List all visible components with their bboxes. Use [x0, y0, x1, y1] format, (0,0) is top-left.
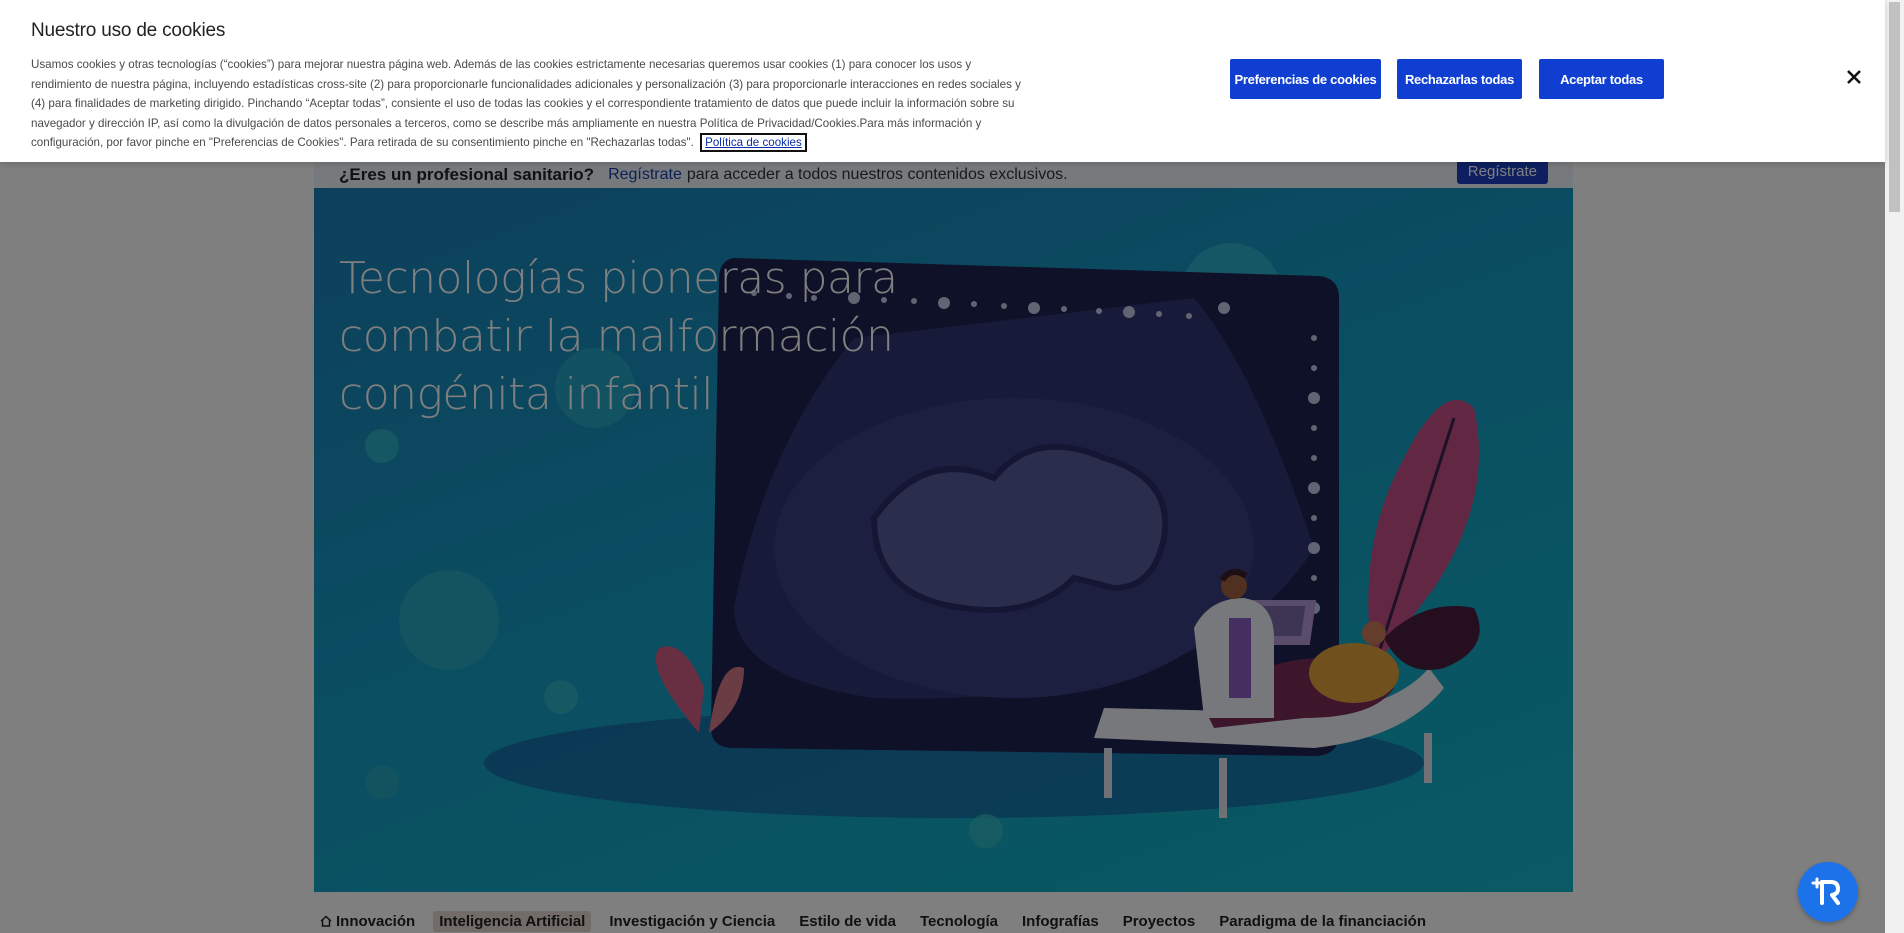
- accept-all-button[interactable]: Aceptar todas: [1539, 59, 1664, 99]
- cookie-banner: Nuestro uso de cookies Usamos cookies y …: [0, 0, 1885, 162]
- cookie-description: Usamos cookies y otras tecnologías (“coo…: [31, 55, 1021, 153]
- accessibility-button[interactable]: [1798, 862, 1858, 922]
- accessibility-icon: [1811, 877, 1840, 905]
- close-icon[interactable]: [1843, 66, 1865, 88]
- cookie-title: Nuestro uso de cookies: [31, 20, 226, 41]
- scrollbar-thumb[interactable]: [1889, 2, 1900, 212]
- cookie-preferences-button[interactable]: Preferencias de cookies: [1230, 59, 1381, 99]
- page-scrollbar[interactable]: [1885, 0, 1904, 933]
- cookie-policy-link[interactable]: Política de cookies: [700, 133, 807, 152]
- reject-all-button[interactable]: Rechazarlas todas: [1397, 59, 1522, 99]
- cookie-body-text: Usamos cookies y otras tecnologías (“coo…: [31, 58, 1021, 149]
